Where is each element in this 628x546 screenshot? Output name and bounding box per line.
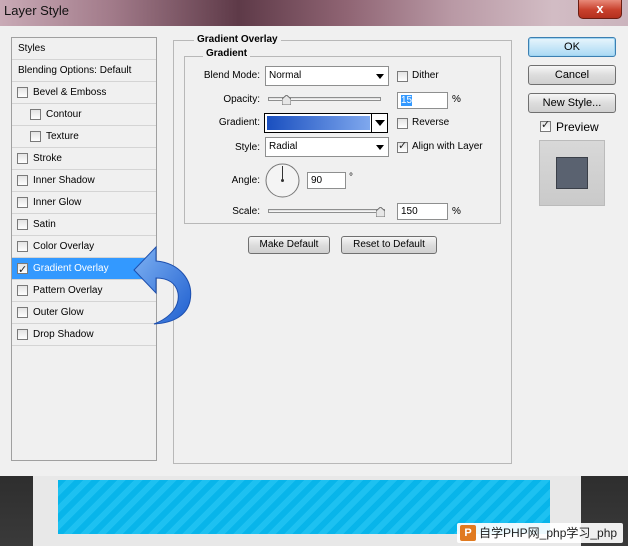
- scale-slider-handle[interactable]: [376, 207, 385, 217]
- align-with-layer-checkbox[interactable]: [397, 139, 408, 153]
- reverse-checkbox[interactable]: [397, 118, 408, 129]
- angle-value: 90: [311, 175, 323, 186]
- dither-checkbox[interactable]: [397, 71, 408, 82]
- chevron-down-icon: [376, 145, 384, 150]
- watermark: P 自学PHP网_php学习_php数: [457, 523, 623, 543]
- title-bar[interactable]: Layer Style x: [0, 0, 628, 26]
- stroke-checkbox[interactable]: [17, 153, 28, 164]
- php-logo-icon: P: [460, 525, 476, 541]
- style-value: Radial: [269, 141, 298, 152]
- sidebar-item-label: Inner Shadow: [33, 175, 95, 186]
- blend-mode-label: Blend Mode:: [203, 70, 260, 81]
- sidebar-item-texture[interactable]: Texture: [12, 126, 156, 148]
- style-preview-swatch: [556, 157, 588, 189]
- bevel-emboss-checkbox[interactable]: [17, 87, 28, 98]
- angle-unit: °: [349, 172, 353, 183]
- preview-checkbox[interactable]: [540, 118, 551, 132]
- sidebar-item-label: Drop Shadow: [33, 329, 94, 340]
- sidebar-item-label: Inner Glow: [33, 197, 82, 208]
- style-label: Style:: [234, 142, 260, 153]
- slider-thumb-icon: [376, 207, 385, 217]
- reset-to-default-button[interactable]: Reset to Default: [341, 236, 437, 254]
- sidebar-item-inner-glow[interactable]: Inner Glow: [12, 192, 156, 214]
- curved-arrow-icon: [132, 245, 196, 327]
- sidebar-item-label: Pattern Overlay: [33, 285, 103, 296]
- sidebar-item-stroke[interactable]: Stroke: [12, 148, 156, 170]
- chevron-down-icon: [376, 74, 384, 79]
- ok-button[interactable]: OK: [528, 37, 616, 57]
- sidebar-item-label: Gradient Overlay: [33, 263, 109, 274]
- angle-dial[interactable]: [265, 163, 300, 198]
- angle-dial-icon: [265, 163, 300, 198]
- sidebar-item-label: Texture: [46, 131, 79, 142]
- sidebar-item-label: Contour: [46, 109, 82, 120]
- inner-shadow-checkbox[interactable]: [17, 175, 28, 186]
- gradient-swatch[interactable]: [267, 116, 370, 130]
- window-title: Layer Style: [4, 3, 70, 18]
- slider-thumb-icon: [282, 95, 291, 105]
- opacity-input[interactable]: 15: [397, 92, 448, 109]
- gradient-picker[interactable]: [264, 113, 388, 133]
- drop-shadow-checkbox[interactable]: [17, 329, 28, 340]
- sidebar-item-contour[interactable]: Contour: [12, 104, 156, 126]
- style-preview: [539, 140, 605, 206]
- make-default-button[interactable]: Make Default: [248, 236, 330, 254]
- style-select[interactable]: Radial: [265, 137, 389, 157]
- scale-slider[interactable]: [268, 209, 385, 213]
- blend-mode-value: Normal: [269, 70, 302, 81]
- scale-value: 150: [401, 206, 418, 217]
- blending-options-item[interactable]: Blending Options: Default: [12, 60, 156, 82]
- opacity-unit: %: [452, 94, 461, 105]
- chevron-down-icon: [375, 120, 385, 126]
- layer-style-dialog: Styles Blending Options: Default Bevel &…: [0, 26, 628, 476]
- satin-checkbox[interactable]: [17, 219, 28, 230]
- reverse-label: Reverse: [412, 117, 450, 128]
- scale-unit: %: [452, 206, 461, 217]
- cancel-button[interactable]: Cancel: [528, 65, 616, 85]
- pattern-overlay-checkbox[interactable]: [17, 285, 28, 296]
- outer-glow-checkbox[interactable]: [17, 307, 28, 318]
- styles-header-label: Styles: [18, 43, 46, 54]
- inner-glow-checkbox[interactable]: [17, 197, 28, 208]
- scale-label: Scale:: [232, 206, 260, 217]
- opacity-label: Opacity:: [223, 94, 260, 105]
- styles-header[interactable]: Styles: [12, 38, 156, 60]
- angle-input[interactable]: 90: [307, 172, 346, 189]
- gradient-dropdown[interactable]: [371, 114, 387, 132]
- sidebar-item-label: Satin: [33, 219, 56, 230]
- blend-mode-select[interactable]: Normal: [265, 66, 389, 86]
- opacity-slider-handle[interactable]: [282, 95, 291, 105]
- sidebar-item-label: Outer Glow: [33, 307, 84, 318]
- dither-label: Dither: [412, 70, 439, 81]
- angle-label: Angle:: [231, 175, 260, 186]
- blending-options-label: Blending Options: Default: [18, 65, 132, 76]
- gradient-overlay-checkbox[interactable]: [17, 260, 28, 281]
- contour-checkbox[interactable]: [30, 109, 41, 120]
- panel-subtitle: Gradient: [203, 48, 251, 59]
- sidebar-item-bevel-emboss[interactable]: Bevel & Emboss: [12, 82, 156, 104]
- preview-label: Preview: [556, 120, 599, 134]
- new-style-button[interactable]: New Style...: [528, 93, 616, 113]
- color-overlay-checkbox[interactable]: [17, 241, 28, 252]
- panel-title: Gradient Overlay: [194, 34, 281, 45]
- sidebar-item-label: Color Overlay: [33, 241, 95, 252]
- close-button[interactable]: x: [578, 0, 622, 19]
- sidebar-item-label: Bevel & Emboss: [33, 87, 107, 98]
- gradient-label: Gradient:: [218, 117, 260, 128]
- texture-checkbox[interactable]: [30, 131, 41, 142]
- opacity-value: 15: [401, 95, 413, 106]
- scale-input[interactable]: 150: [397, 203, 448, 220]
- sidebar-item-inner-shadow[interactable]: Inner Shadow: [12, 170, 156, 192]
- sidebar-item-drop-shadow[interactable]: Drop Shadow: [12, 324, 156, 346]
- align-with-layer-label: Align with Layer: [412, 141, 483, 152]
- sidebar-item-satin[interactable]: Satin: [12, 214, 156, 236]
- sidebar-item-label: Stroke: [33, 153, 62, 164]
